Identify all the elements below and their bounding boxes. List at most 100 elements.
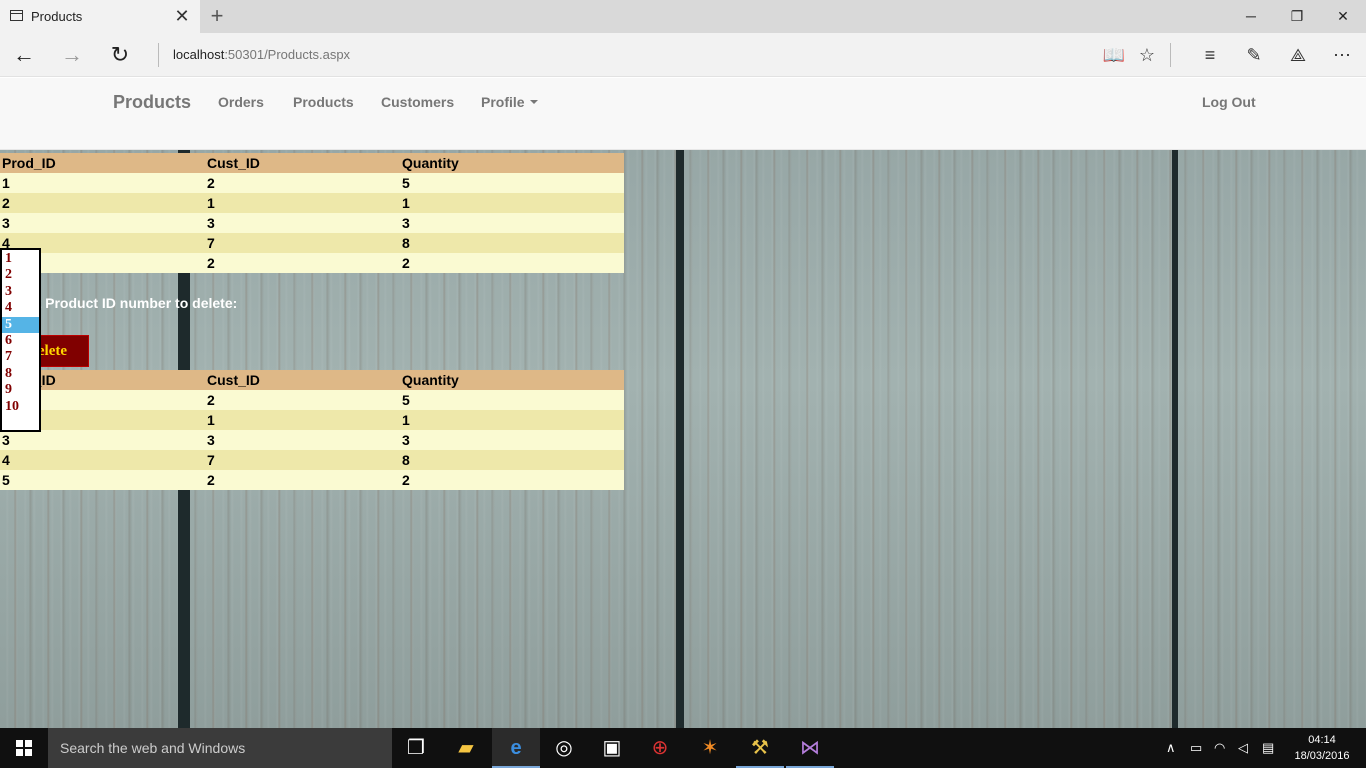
nav-profile-label: Profile [481,94,525,110]
dropdown-option[interactable]: 1 [2,251,39,267]
table-cell: 1 [205,410,400,430]
more-icon[interactable]: ⋯ [1328,41,1356,69]
table-cell: 5 [400,173,624,193]
dropdown-option[interactable]: 9 [2,382,39,398]
table-cell: 3 [205,430,400,450]
table-row: 3 3 3 [0,430,624,450]
table-row: 3 3 3 [0,213,624,233]
nav-customers[interactable]: Customers [381,94,454,110]
table-row: 1 2 5 [0,390,624,410]
table-row: 1 2 5 [0,173,624,193]
table-cell: 3 [205,213,400,233]
browser-tab-bar: Products ✕ + ─ ❐ ✕ [0,0,1366,33]
share-icon[interactable]: ⟁ [1284,41,1312,69]
dropdown-option[interactable]: 3 [2,284,39,300]
forward-arrow-icon[interactable]: → [56,39,88,71]
nav-products[interactable]: Products [293,94,354,110]
table-cell: 3 [400,213,624,233]
table-cell: 2 [205,470,400,490]
store-icon[interactable]: ▣ [588,728,636,768]
dropdown-option[interactable]: 4 [2,300,39,316]
toolbar-divider [1170,43,1171,67]
url-field[interactable]: localhost:50301/Products.aspx [173,47,350,62]
tab-title: Products [31,9,83,24]
media-player-icon[interactable]: ◎ [540,728,588,768]
dropdown-option[interactable]: 10 [2,399,39,415]
table-cell: 1 [0,173,205,193]
table-row: 2 1 1 [0,193,624,213]
table-cell: 1 [400,410,624,430]
new-tab-button[interactable]: + [204,3,230,29]
table-row: 4 7 8 [0,233,624,253]
table-cell: 1 [400,193,624,213]
table-cell: 8 [400,450,624,470]
table-row: 5 2 2 [0,253,624,273]
page-content: Products Orders Products Customers Profi… [0,78,1366,728]
minimize-button[interactable]: ─ [1228,0,1274,33]
table-cell: 3 [0,213,205,233]
table-header-row: Prod_ID Cust_ID Quantity [0,370,624,390]
file-explorer-icon[interactable]: ▰ [442,728,490,768]
page-icon [10,10,23,21]
favorite-star-icon[interactable]: ☆ [1133,41,1161,69]
windows-logo-icon [16,740,32,756]
table-cell: 1 [205,193,400,213]
table-cell: 7 [205,450,400,470]
refresh-icon[interactable]: ↻ [104,39,136,71]
plank-gap [1172,150,1178,728]
table-cell: 2 [205,173,400,193]
table-cell: 3 [400,430,624,450]
table-row: 4 7 8 [0,450,624,470]
start-button[interactable] [0,728,48,768]
dropdown-option[interactable]: 7 [2,349,39,365]
table-cell: 2 [205,253,400,273]
close-window-button[interactable]: ✕ [1320,0,1366,33]
notifications-icon[interactable]: ▤ [1262,740,1274,756]
browser-tab[interactable]: Products ✕ [0,0,200,33]
search-placeholder: Search the web and Windows [60,740,246,756]
table-cell: 3 [0,430,205,450]
tab-close-icon[interactable]: ✕ [172,5,192,27]
table-row: 2 1 1 [0,410,624,430]
wifi-icon[interactable]: ◠ [1214,740,1225,756]
nav-orders[interactable]: Orders [218,94,264,110]
table-header-row: Prod_ID Cust_ID Quantity [0,153,624,173]
volume-icon[interactable]: ◁ [1238,740,1248,756]
tools-app-icon[interactable]: ⚒ [736,728,784,768]
products-grid-top: Prod_ID Cust_ID Quantity 1 2 5 2 1 1 3 3… [0,153,624,273]
clock-date: 18/03/2016 [1294,750,1350,762]
table-cell: 5 [400,390,624,410]
caret-down-icon [529,100,538,104]
taskbar-clock[interactable]: 04:14 18/03/2016 [1288,732,1356,764]
table-cell: 8 [400,233,624,253]
dropdown-option[interactable]: 2 [2,267,39,283]
table-cell: 2 [400,253,624,273]
task-view-icon[interactable]: ❐ [392,728,440,768]
nav-profile-dropdown[interactable]: Profile [481,94,538,110]
hub-icon[interactable]: ≡ [1196,41,1224,69]
avast-icon[interactable]: ✶ [686,728,734,768]
address-bar-area: ← → ↻ localhost:50301/Products.aspx 📖 ☆ … [0,33,1366,77]
show-hidden-icons[interactable]: ∧ [1166,740,1176,756]
column-header: Prod_ID [0,153,205,173]
table-cell: 4 [0,450,205,470]
battery-icon[interactable]: ▭ [1190,740,1202,756]
table-cell: 2 [0,193,205,213]
windows-taskbar: Search the web and Windows ❐ ▰ e ◎ ▣ ⊕ ✶… [0,728,1366,768]
target-app-icon[interactable]: ⊕ [636,728,684,768]
edge-browser-icon[interactable]: e [492,728,540,768]
site-brand[interactable]: Products [113,92,191,113]
reading-view-icon[interactable]: 📖 [1100,41,1128,69]
visual-studio-icon[interactable]: ⋈ [786,728,834,768]
back-arrow-icon[interactable]: ← [8,39,40,71]
dropdown-option[interactable]: 6 [2,333,39,349]
restore-button[interactable]: ❐ [1274,0,1320,33]
web-note-icon[interactable]: ✎ [1240,41,1268,69]
taskbar-search-box[interactable]: Search the web and Windows [48,728,392,768]
product-id-dropdown-list[interactable]: 1 2 3 4 5 6 7 8 9 10 [0,248,41,432]
column-header: Cust_ID [205,370,400,390]
products-grid-bottom: Prod_ID Cust_ID Quantity 1 2 5 2 1 1 3 3… [0,370,624,490]
logout-link[interactable]: Log Out [1202,94,1256,110]
dropdown-option-selected[interactable]: 5 [2,316,39,333]
dropdown-option[interactable]: 8 [2,366,39,382]
